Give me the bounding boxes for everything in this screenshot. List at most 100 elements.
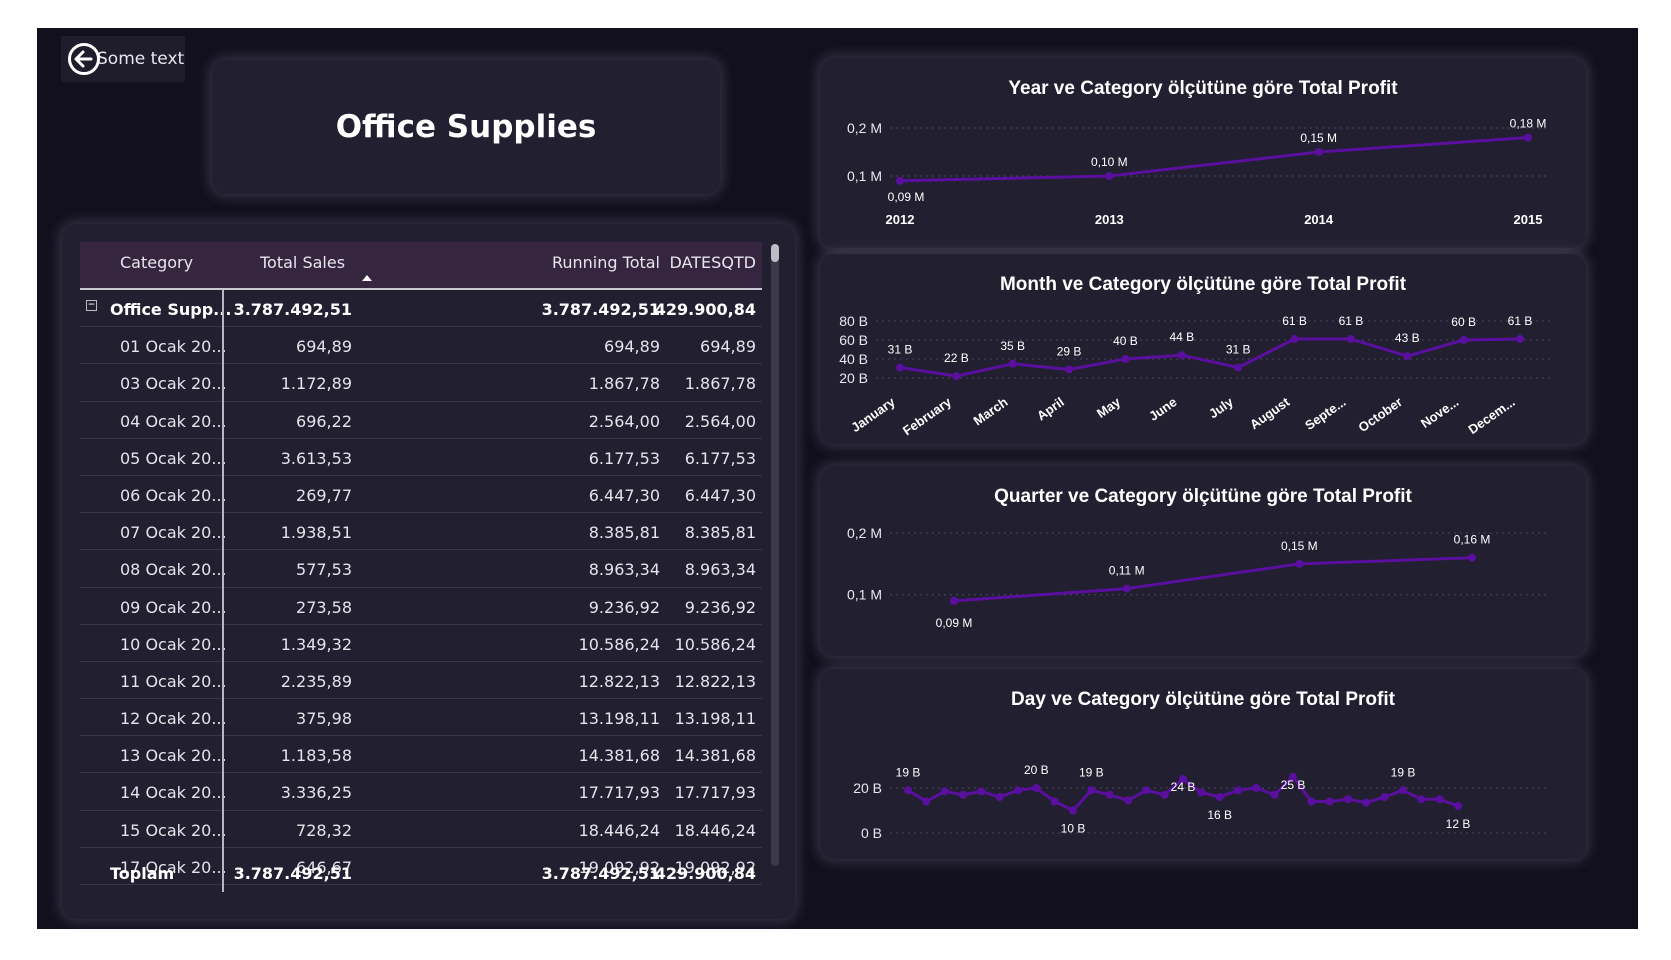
data-point[interactable]	[1252, 784, 1261, 792]
col-header-datesqtd[interactable]: DATESQTD	[670, 253, 756, 272]
data-point[interactable]	[1014, 786, 1022, 795]
month-profit-chart[interactable]: Month ve Category ölçütüne göre Total Pr…	[820, 254, 1586, 444]
data-point[interactable]	[1215, 793, 1224, 801]
data-point[interactable]	[1142, 786, 1151, 795]
data-point[interactable]	[950, 596, 958, 605]
table-row[interactable]: 12 Ocak 20... 375,98 13.198,11 13.198,11	[80, 699, 762, 737]
data-point[interactable]	[1050, 797, 1059, 806]
table-row[interactable]: 10 Ocak 20... 1.349,32 10.586,24 10.586,24	[80, 625, 762, 662]
back-button[interactable]: Some text	[61, 36, 185, 82]
table-row[interactable]: 15 Ocak 20... 728,32 18.446,24 18.446,24	[80, 811, 762, 848]
data-point[interactable]	[1459, 336, 1468, 344]
data-label: 19 B	[1391, 765, 1416, 779]
x-tick-label: May	[1094, 394, 1124, 421]
table-row[interactable]: 01 Ocak 20... 694,89 694,89 694,89	[80, 327, 762, 365]
data-point[interactable]	[1295, 559, 1304, 568]
data-point[interactable]	[1314, 148, 1323, 156]
scrollbar-thumb[interactable]	[771, 244, 779, 262]
data-point[interactable]	[1105, 790, 1114, 799]
data-point[interactable]	[1270, 790, 1279, 799]
data-point[interactable]	[1234, 363, 1243, 372]
data-point[interactable]	[1344, 795, 1352, 804]
data-point[interactable]	[1524, 133, 1532, 142]
year-profit-chart[interactable]: Year ve Category ölçütüne göre Total Pro…	[820, 58, 1586, 248]
data-point[interactable]	[977, 787, 986, 796]
data-label: 43 B	[1395, 331, 1420, 345]
data-point[interactable]	[1516, 335, 1524, 344]
table-row[interactable]: 08 Ocak 20... 577,53 8.963,34 8.963,34	[80, 550, 762, 588]
col-header-running-total[interactable]: Running Total	[552, 253, 660, 272]
data-point[interactable]	[896, 363, 904, 372]
quarter-profit-chart[interactable]: Quarter ve Category ölçütüne göre Total …	[820, 466, 1586, 656]
col-header-category[interactable]: Category	[120, 253, 193, 272]
data-point[interactable]	[1087, 786, 1096, 795]
y-tick-label: 0,1 M	[847, 587, 882, 603]
collapse-icon[interactable]: −	[86, 300, 97, 311]
table-row[interactable]: 09 Ocak 20... 273,58 9.236,92 9.236,92	[80, 588, 762, 625]
table-rows: 01 Ocak 20... 694,89 694,89 694,89 03 Ocak 2…	[80, 327, 762, 885]
data-point[interactable]	[1454, 802, 1462, 810]
table-scrollbar[interactable]	[771, 244, 779, 866]
table-row[interactable]: 05 Ocak 20... 3.613,53 6.177,53 6.177,53	[80, 439, 762, 476]
data-point[interactable]	[1307, 797, 1316, 806]
data-point[interactable]	[896, 176, 904, 185]
chart-title: Day ve Category ölçütüne göre Total Prof…	[1011, 689, 1396, 710]
data-point[interactable]	[1325, 797, 1334, 806]
x-tick-label: March	[970, 394, 1010, 428]
data-point[interactable]	[1105, 172, 1114, 180]
data-point[interactable]	[1008, 359, 1017, 368]
data-point[interactable]	[1197, 788, 1206, 797]
data-point[interactable]	[1065, 365, 1074, 374]
table-row[interactable]: 07 Ocak 20... 1.938,51 8.385,81 8.385,81	[80, 513, 762, 551]
data-point[interactable]	[1468, 553, 1476, 562]
x-tick-label: 2013	[1095, 212, 1124, 227]
cell-total-sales: 1.349,32	[280, 634, 352, 654]
data-point[interactable]	[1124, 796, 1132, 805]
data-point[interactable]	[959, 790, 967, 799]
day-profit-chart[interactable]: Day ve Category ölçütüne göre Total Prof…	[820, 669, 1586, 859]
data-point[interactable]	[904, 786, 912, 795]
data-point[interactable]	[1380, 793, 1389, 801]
data-point[interactable]	[1435, 795, 1444, 804]
col-header-total-sales[interactable]: Total Sales	[260, 253, 345, 272]
group-row[interactable]: − Office Supp... 3.787.492,51 3.787.492,…	[80, 290, 762, 328]
data-point[interactable]	[1362, 798, 1371, 807]
cell-datesqtd: 14.381,68	[674, 746, 756, 766]
table-row[interactable]: 06 Ocak 20... 269,77 6.447,30 6.447,30	[80, 476, 762, 514]
data-point[interactable]	[1290, 335, 1299, 344]
data-label: 24 B	[1171, 780, 1196, 794]
table-row[interactable]: 11 Ocak 20... 2.235,89 12.822,13 12.822,13	[80, 662, 762, 700]
data-point[interactable]	[1122, 584, 1131, 593]
data-point[interactable]	[995, 793, 1004, 801]
cell-running-total: 10.586,24	[578, 634, 660, 654]
x-tick-label: August	[1247, 394, 1293, 432]
data-point[interactable]	[1032, 784, 1041, 792]
cell-total-sales: 694,89	[296, 337, 352, 357]
data-point[interactable]	[1177, 351, 1186, 360]
data-point[interactable]	[922, 797, 931, 806]
data-point[interactable]	[1234, 786, 1242, 795]
x-tick-label: January	[848, 394, 898, 435]
data-point[interactable]	[952, 372, 961, 381]
data-point[interactable]	[1417, 795, 1426, 804]
table-row[interactable]: 13 Ocak 20... 1.183,58 14.381,68 14.381,68	[80, 736, 762, 774]
data-point[interactable]	[940, 787, 949, 796]
data-point[interactable]	[1399, 786, 1407, 795]
table-row[interactable]: 14 Ocak 20... 3.336,25 17.717,93 17.717,93	[80, 773, 762, 811]
data-point[interactable]	[1121, 355, 1130, 363]
y-tick-label: 40 B	[839, 351, 868, 367]
cell-datesqtd: 8.963,34	[684, 560, 756, 580]
cell-running-total: 8.963,34	[588, 560, 660, 580]
table-row[interactable]: 04 Ocak 20... 696,22 2.564,00 2.564,00	[80, 402, 762, 439]
table-header: Category Total Sales Running Total DATES…	[80, 242, 762, 290]
data-point[interactable]	[1069, 806, 1077, 815]
data-label: 60 B	[1451, 315, 1476, 329]
data-point[interactable]	[1403, 352, 1412, 361]
cell-date: 07 Ocak 20...	[120, 523, 227, 543]
data-point[interactable]	[1346, 335, 1355, 344]
table-row[interactable]: 03 Ocak 20... 1.172,89 1.867,78 1.867,78	[80, 364, 762, 402]
data-point[interactable]	[1160, 790, 1169, 799]
data-label: 0,09 M	[888, 190, 925, 204]
cell-running-total: 17.717,93	[578, 783, 660, 803]
series-line	[899, 337, 1521, 378]
